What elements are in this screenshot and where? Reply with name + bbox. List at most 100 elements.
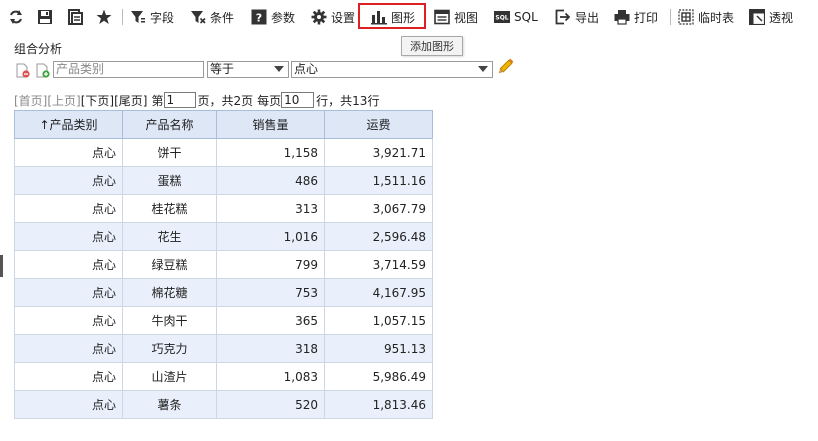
toolbar-separator — [670, 9, 671, 25]
cell-category: 点心 — [14, 278, 123, 307]
cell-sales-volume: 799 — [216, 250, 325, 279]
sql-button[interactable]: SQL SQL — [494, 6, 538, 28]
view-button-label: 视图 — [454, 10, 479, 25]
page-size-input[interactable]: 10 — [281, 92, 315, 108]
panel-resize-handle[interactable] — [0, 255, 3, 277]
print-icon — [614, 10, 630, 25]
cell-freight: 3,921.71 — [324, 138, 433, 167]
last-page-link[interactable]: [尾页] — [114, 92, 147, 109]
column-header-label: 产品名称 — [145, 118, 194, 132]
value-select-value: 点心 — [294, 62, 319, 76]
first-page-link[interactable]: [首页] — [14, 92, 47, 109]
save-as-button[interactable] — [67, 6, 83, 28]
add-condition-icon — [36, 63, 50, 78]
print-button[interactable]: 打印 — [614, 6, 658, 28]
cell-sales-volume: 313 — [216, 194, 325, 223]
sort-asc-icon: ↑ — [39, 118, 50, 132]
gear-icon — [311, 9, 327, 25]
remove-condition-button[interactable] — [16, 63, 30, 82]
cell-category: 点心 — [14, 334, 123, 363]
save-icon — [38, 10, 52, 24]
toolbar: 字段 条件 ? 参数 设置 图形 视图 SQL SQL 导出 打印 临时表 透视 — [0, 0, 818, 34]
export-button[interactable]: 导出 — [555, 6, 599, 28]
cell-sales-volume: 1,083 — [216, 362, 325, 391]
cell-product-name: 花生 — [122, 222, 217, 251]
cell-freight: 2,596.48 — [324, 222, 433, 251]
column-header-sales-volume[interactable]: 销售量 — [216, 110, 325, 139]
operator-select[interactable]: 等于 — [207, 61, 289, 78]
cell-sales-volume: 520 — [216, 390, 325, 419]
refresh-button[interactable] — [8, 6, 24, 28]
cell-freight: 3,714.59 — [324, 250, 433, 279]
view-button[interactable]: 视图 — [434, 6, 478, 28]
table-row: 点心 桂花糕 313 3,067.79 — [14, 194, 433, 223]
save-as-icon — [68, 9, 83, 25]
cell-product-name: 棉花糖 — [122, 278, 217, 307]
pivot-button-label: 透视 — [769, 10, 794, 25]
column-header-freight[interactable]: 运费 — [324, 110, 433, 139]
pencil-icon — [498, 58, 514, 74]
export-icon — [555, 9, 571, 25]
cell-category: 点心 — [14, 222, 123, 251]
tooltip: 添加图形 — [401, 36, 463, 56]
cell-freight: 1,511.16 — [324, 166, 433, 195]
toolbar-separator — [122, 9, 123, 25]
pivot-button[interactable]: 透视 — [749, 6, 793, 28]
save-button[interactable] — [37, 6, 53, 28]
cell-freight: 1,057.15 — [324, 306, 433, 335]
print-button-label: 打印 — [634, 10, 659, 25]
value-select[interactable]: 点心 — [291, 61, 493, 78]
table-row: 点心 山渣片 1,083 5,986.49 — [14, 362, 433, 391]
condition-button-label: 条件 — [210, 10, 235, 25]
condition-button[interactable]: 条件 — [190, 6, 234, 28]
table-header-row: ↑产品类别 产品名称 销售量 运费 — [14, 110, 433, 139]
cell-product-name: 牛肉干 — [122, 306, 217, 335]
table-row: 点心 巧克力 318 951.13 — [14, 334, 433, 363]
column-header-category[interactable]: ↑产品类别 — [14, 110, 123, 139]
panel-title: 组合分析 — [14, 42, 63, 56]
cell-category: 点心 — [14, 390, 123, 419]
parameter-button-label: 参数 — [271, 10, 296, 25]
cell-freight: 1,813.46 — [324, 390, 433, 419]
temp-table-button[interactable]: 临时表 — [678, 6, 734, 28]
sql-button-label: SQL — [514, 10, 538, 24]
settings-button-label: 设置 — [331, 10, 356, 25]
export-button-label: 导出 — [575, 10, 600, 25]
temp-table-button-label: 临时表 — [698, 10, 735, 25]
add-condition-button[interactable] — [36, 63, 50, 82]
table-row: 点心 牛肉干 365 1,057.15 — [14, 306, 433, 335]
cell-sales-volume: 365 — [216, 306, 325, 335]
field-input-placeholder: 产品类别 — [56, 62, 105, 76]
cell-category: 点心 — [14, 250, 123, 279]
cell-product-name: 饼干 — [122, 138, 217, 167]
table-row: 点心 蛋糕 486 1,511.16 — [14, 166, 433, 195]
column-header-product-name[interactable]: 产品名称 — [122, 110, 217, 139]
cell-sales-volume: 318 — [216, 334, 325, 363]
page-number-input[interactable]: 1 — [163, 92, 196, 108]
remove-condition-icon — [16, 63, 30, 78]
column-header-label: 运费 — [366, 118, 391, 132]
pivot-icon — [749, 9, 765, 25]
cell-category: 点心 — [14, 362, 123, 391]
chevron-down-icon — [274, 66, 284, 72]
prev-page-link[interactable]: [上页] — [47, 92, 80, 109]
cell-freight: 5,986.49 — [324, 362, 433, 391]
data-table: ↑产品类别 产品名称 销售量 运费 点心 饼干 1,158 3,921.71 点… — [14, 110, 433, 419]
cell-freight: 3,067.79 — [324, 194, 433, 223]
favorite-button[interactable] — [96, 6, 112, 28]
field-input[interactable]: 产品类别 — [53, 61, 204, 78]
cell-product-name: 桂花糕 — [122, 194, 217, 223]
field-button[interactable]: 字段 — [130, 6, 174, 28]
edit-button[interactable] — [497, 57, 514, 77]
cell-category: 点心 — [14, 194, 123, 223]
field-button-label: 字段 — [150, 10, 175, 25]
parameter-icon: ? — [251, 9, 267, 25]
parameter-button[interactable]: ? 参数 — [251, 6, 295, 28]
cell-product-name: 巧克力 — [122, 334, 217, 363]
page-count-text: 页，共2页 — [197, 93, 254, 108]
settings-button[interactable]: 设置 — [311, 6, 355, 28]
operator-select-value: 等于 — [210, 62, 235, 76]
table-row: 点心 饼干 1,158 3,921.71 — [14, 138, 433, 167]
cell-category: 点心 — [14, 138, 123, 167]
next-page-link[interactable]: [下页] — [81, 92, 114, 109]
